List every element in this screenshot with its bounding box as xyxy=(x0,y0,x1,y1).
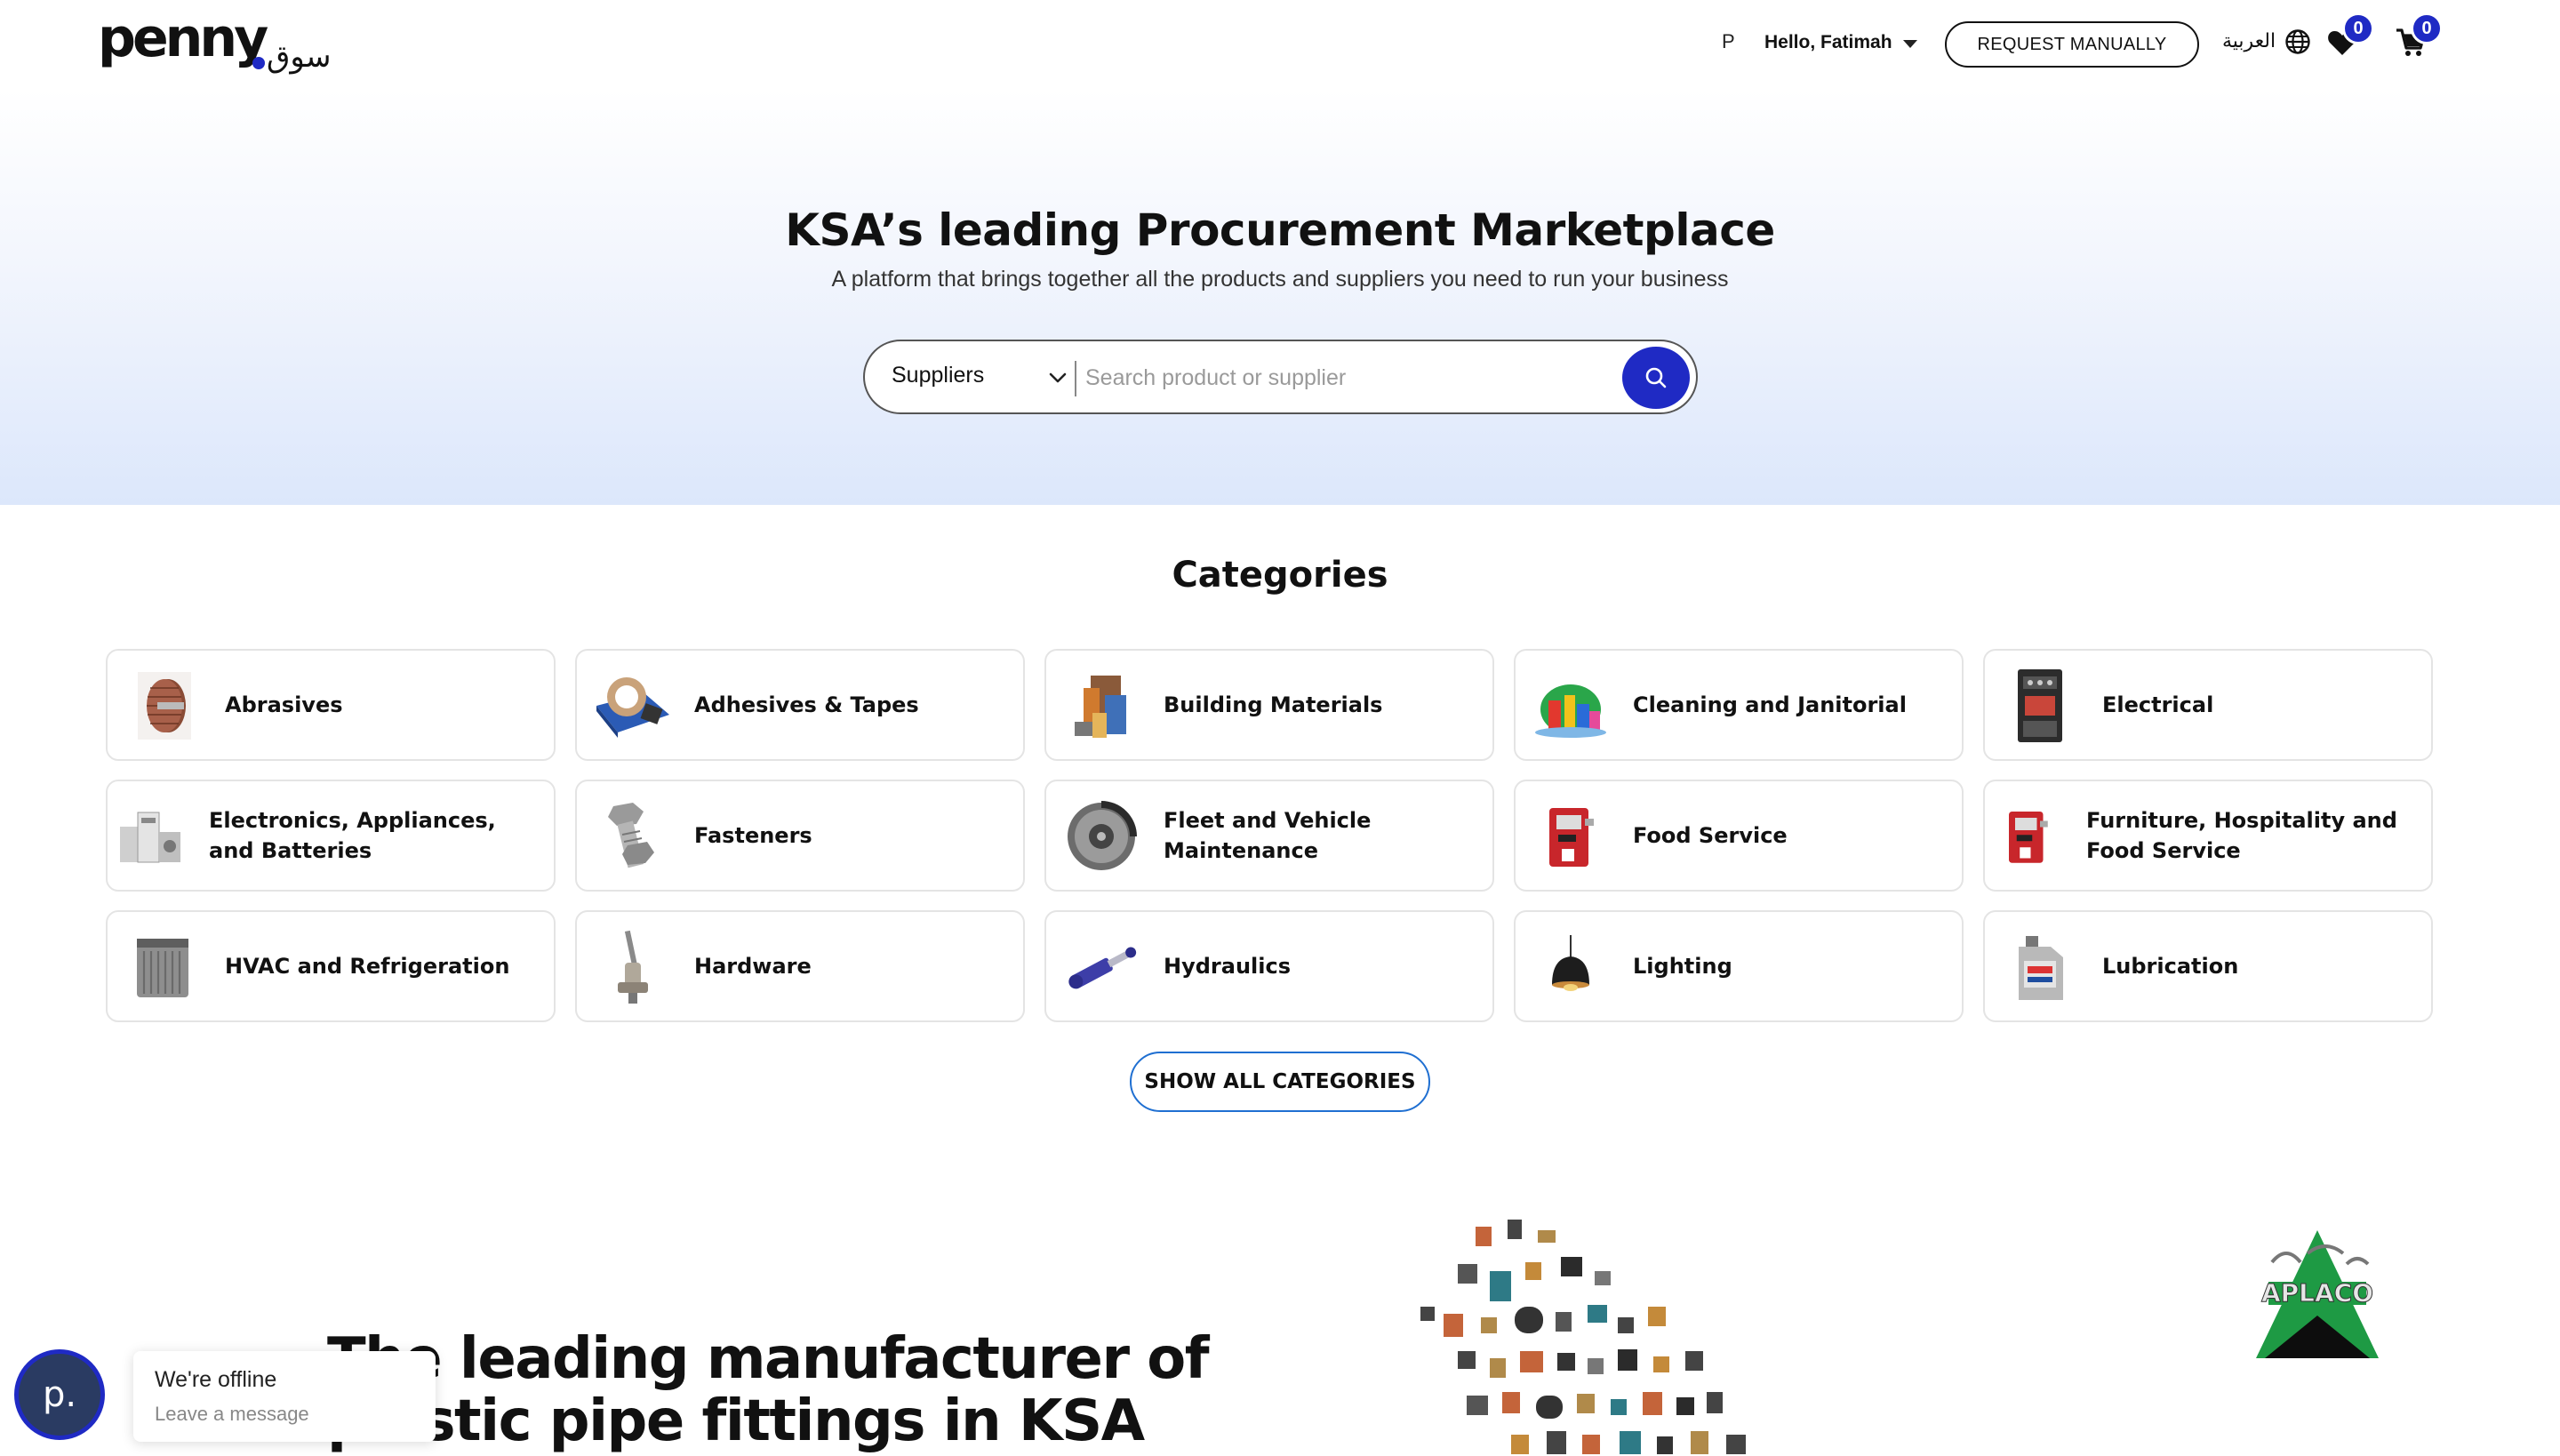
pendant-lamp-icon xyxy=(1530,926,1612,1008)
chat-offline-bubble[interactable]: We're offline Leave a message xyxy=(133,1351,436,1442)
category-card-lighting[interactable]: Lighting xyxy=(1514,910,1964,1022)
category-card-furniture-hospitality[interactable]: Furniture, Hospitality and Food Service xyxy=(1983,780,2433,892)
search-scope-select[interactable]: Suppliers xyxy=(892,363,984,388)
chat-avatar-letter: p. xyxy=(42,1374,77,1415)
tape-dispenser-icon xyxy=(591,665,673,747)
search-button[interactable] xyxy=(1622,347,1690,409)
hero-section: KSA’s leading Procurement Marketplace A … xyxy=(0,89,2560,505)
category-card-electrical[interactable]: Electrical xyxy=(1983,649,2433,761)
category-card-adhesives-tapes[interactable]: Adhesives & Tapes xyxy=(575,649,1025,761)
promo-title: The leading manufacturer of plastic pipe… xyxy=(327,1326,1210,1454)
category-label: Electrical xyxy=(2102,692,2214,717)
search-input[interactable] xyxy=(1085,356,1583,400)
request-manually-button[interactable]: REQUEST MANUALLY xyxy=(1945,21,2199,68)
logo-dot xyxy=(252,57,265,69)
category-card-electronics[interactable]: Electronics, Appliances, and Batteries xyxy=(106,780,556,892)
category-label: Food Service xyxy=(1633,823,1788,848)
contactor-icon xyxy=(1999,665,2081,747)
cleaning-supplies-icon xyxy=(1530,665,1612,747)
brake-disc-icon xyxy=(1060,796,1142,877)
chat-prompt: Leave a message xyxy=(155,1403,309,1425)
user-initial: P xyxy=(1722,30,1735,52)
category-card-lubrication[interactable]: Lubrication xyxy=(1983,910,2433,1022)
category-card-hvac[interactable]: HVAC and Refrigeration xyxy=(106,910,556,1022)
category-card-hydraulics[interactable]: Hydraulics xyxy=(1044,910,1494,1022)
category-card-fleet-vehicle[interactable]: Fleet and Vehicle Maintenance xyxy=(1044,780,1494,892)
account-caret-icon[interactable] xyxy=(1903,40,1917,48)
language-switch[interactable]: العربية xyxy=(2222,30,2276,52)
faucet-valve-icon xyxy=(591,926,673,1008)
hydraulic-cylinder-icon xyxy=(1060,926,1142,1008)
category-label: Hardware xyxy=(694,954,812,979)
oil-can-icon xyxy=(1999,926,2081,1008)
bolt-icon xyxy=(591,796,673,877)
globe-icon[interactable] xyxy=(2284,28,2311,55)
abrasive-wheel-icon xyxy=(122,665,204,747)
wishlist-count-badge: 0 xyxy=(2342,12,2374,44)
building-materials-icon xyxy=(1060,665,1142,747)
category-label: Adhesives & Tapes xyxy=(694,692,919,717)
category-label: HVAC and Refrigeration xyxy=(225,954,510,979)
logo-wordmark: penny xyxy=(98,7,268,69)
category-card-building-materials[interactable]: Building Materials xyxy=(1044,649,1494,761)
top-nav: penny سوق P Hello, Fatimah REQUEST MANUA… xyxy=(0,0,2560,89)
category-label: Fasteners xyxy=(694,823,812,848)
account-greeting[interactable]: Hello, Fatimah xyxy=(1764,32,1892,53)
logo-arabic: سوق xyxy=(267,39,332,75)
category-card-fasteners[interactable]: Fasteners xyxy=(575,780,1025,892)
search-divider xyxy=(1075,361,1076,396)
category-label: Fleet and Vehicle Maintenance xyxy=(1164,808,1372,863)
categories-heading: Categories xyxy=(1172,555,1388,596)
category-card-abrasives[interactable]: Abrasives xyxy=(106,649,556,761)
category-card-cleaning-janitorial[interactable]: Cleaning and Janitorial xyxy=(1514,649,1964,761)
chat-launcher[interactable]: p. xyxy=(14,1349,105,1440)
cart-count-badge: 0 xyxy=(2411,12,2443,44)
category-label: Cleaning and Janitorial xyxy=(1633,692,1907,717)
search-icon xyxy=(1645,367,1667,388)
category-label: Lubrication xyxy=(2102,954,2239,979)
show-all-categories-button[interactable]: SHOW ALL CATEGORIES xyxy=(1130,1052,1430,1112)
pipe-fittings-image xyxy=(1420,1220,1746,1454)
category-label: Furniture, Hospitality and Food Service xyxy=(2086,808,2397,863)
hero-title: KSA’s leading Procurement Marketplace xyxy=(785,204,1775,256)
coffee-machine-icon xyxy=(1530,796,1612,877)
hero-subtitle: A platform that brings together all the … xyxy=(831,267,1729,292)
appliances-icon xyxy=(115,796,186,877)
search-bar: Suppliers xyxy=(863,340,1698,414)
category-card-food-service[interactable]: Food Service xyxy=(1514,780,1964,892)
category-label: Abrasives xyxy=(225,692,343,717)
category-label: Lighting xyxy=(1633,954,1732,979)
aplaco-logo[interactable]: APLACO xyxy=(2254,1227,2380,1360)
category-card-hardware[interactable]: Hardware xyxy=(575,910,1025,1022)
category-label: Building Materials xyxy=(1164,692,1383,717)
category-label: Electronics, Appliances, and Batteries xyxy=(209,808,496,863)
coffee-machine-icon xyxy=(1992,796,2063,877)
ac-unit-icon xyxy=(122,926,204,1008)
category-label: Hydraulics xyxy=(1164,954,1291,979)
chevron-down-icon[interactable] xyxy=(1046,366,1069,389)
svg-text:APLACO: APLACO xyxy=(2261,1278,2373,1308)
chat-status: We're offline xyxy=(155,1367,277,1392)
